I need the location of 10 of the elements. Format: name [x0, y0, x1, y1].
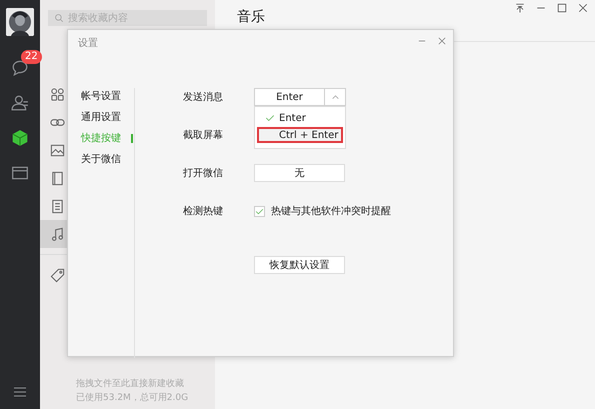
- dialog-title: 设置: [78, 36, 98, 50]
- storage-note: 拖拽文件至此直接新建收藏: [76, 378, 185, 391]
- unread-badge: 22: [21, 50, 42, 64]
- storage-note: 已使用53.2M，总可用2.0G: [76, 392, 190, 405]
- setting-label: 检测热键: [183, 204, 224, 218]
- checkbox-label: 热键与其他软件冲突时提醒: [271, 204, 391, 218]
- setting-label: 发送消息: [183, 90, 224, 104]
- page-title: 音乐: [237, 9, 265, 26]
- setting-label: 截取屏幕: [183, 128, 224, 142]
- setting-label: 打开微信: [183, 166, 224, 180]
